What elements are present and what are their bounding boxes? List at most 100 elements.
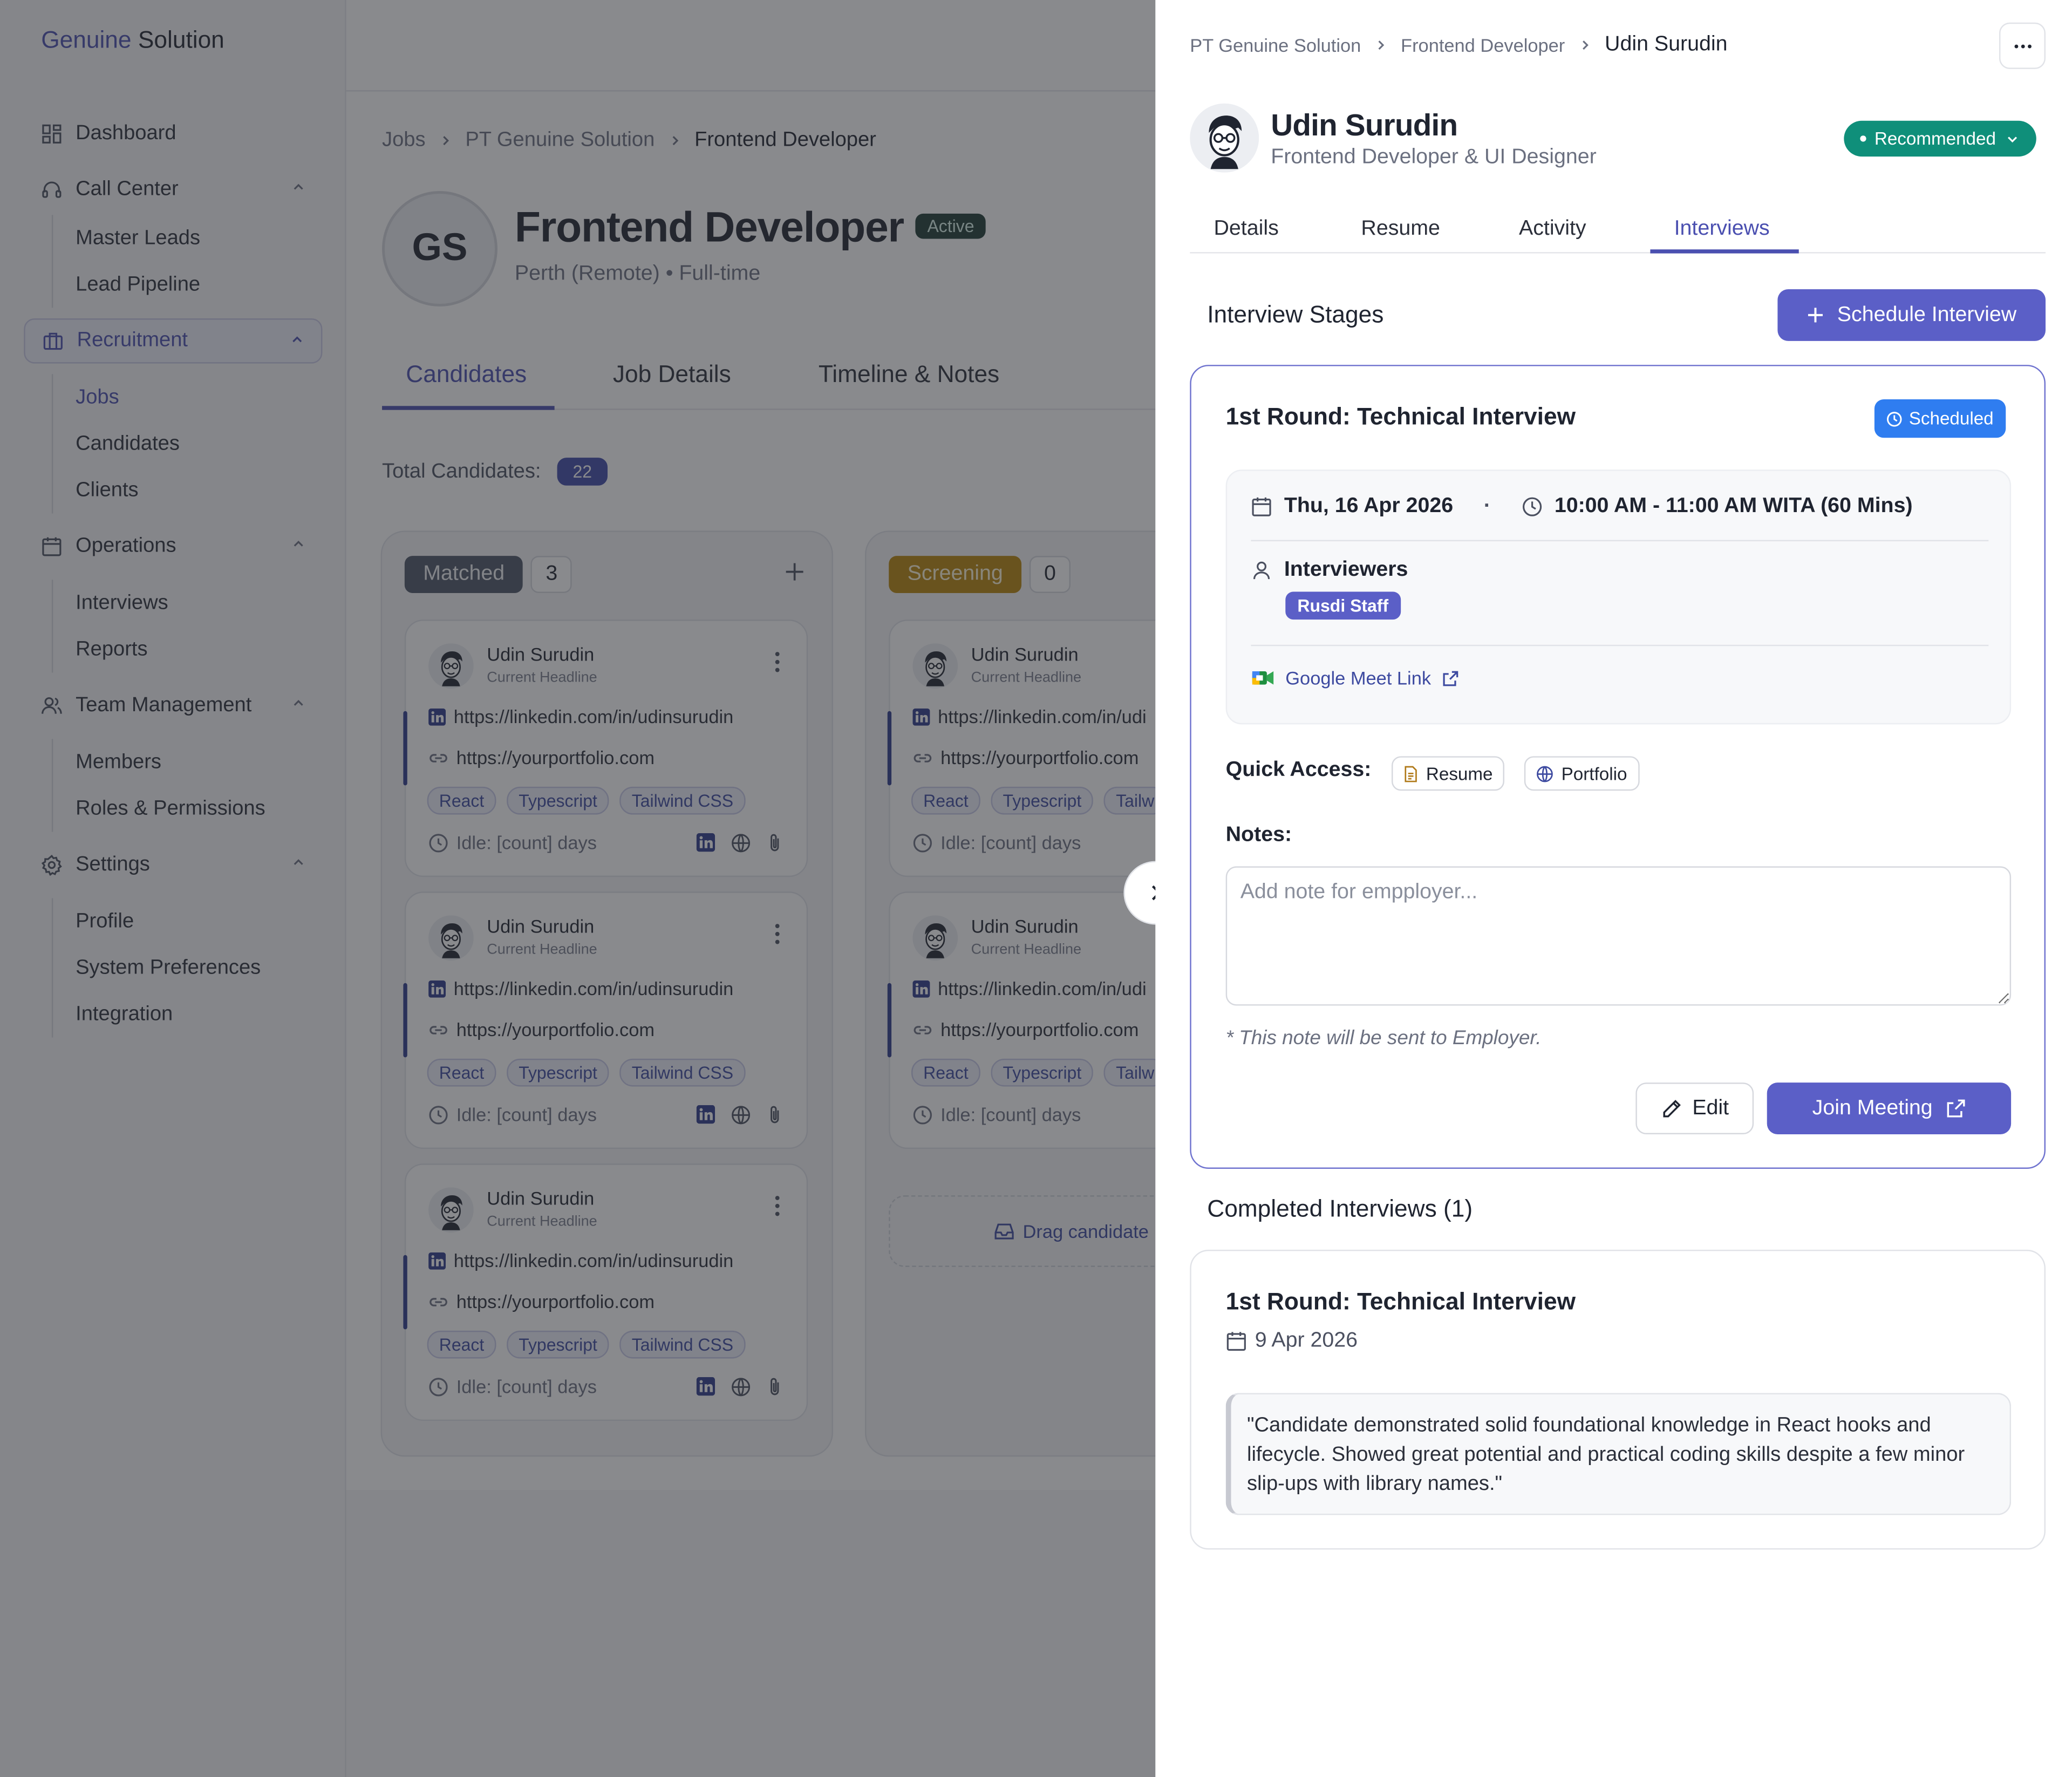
- chevron-up-icon[interactable]: [290, 179, 306, 195]
- tab-resume[interactable]: Resume: [1361, 217, 1440, 241]
- linkedin-link[interactable]: https://linkedin.com/in/udi: [912, 978, 1147, 999]
- portfolio-link[interactable]: https://yourportfolio.com: [428, 1291, 655, 1312]
- add-candidate-icon[interactable]: [784, 561, 805, 582]
- sidebar-item-jobs[interactable]: Jobs: [76, 374, 322, 420]
- sidebar-item-profile[interactable]: Profile: [76, 898, 322, 944]
- candidate-card[interactable]: Udin Surudin Current Headline https://li…: [887, 619, 1156, 877]
- skill-tag: Tailwind CSS: [619, 1058, 746, 1087]
- candidate-card[interactable]: Udin Surudin Current Headline https://li…: [403, 891, 808, 1149]
- calendar-icon: [1251, 496, 1272, 517]
- calendar-icon: [41, 536, 62, 557]
- breadcrumb-jobs[interactable]: Jobs: [382, 128, 426, 152]
- drop-zone[interactable]: Drag candidate: [889, 1195, 1156, 1267]
- clock-icon: [428, 1377, 448, 1397]
- sidebar-item-recruitment[interactable]: Recruitment: [24, 318, 323, 364]
- sidebar-item-operations[interactable]: Operations: [24, 524, 322, 569]
- candidate-headline: Current Headline: [971, 670, 1082, 686]
- idle-text: Idle: [count] days: [456, 1104, 597, 1125]
- sidebar-item-candidates[interactable]: Candidates: [76, 420, 322, 467]
- chevron-up-icon[interactable]: [289, 332, 305, 348]
- sidebar-item-interviews[interactable]: Interviews: [76, 580, 322, 626]
- candidate-headline: Current Headline: [487, 670, 597, 686]
- linkedin-link[interactable]: https://linkedin.com/in/udinsurudin: [428, 1250, 733, 1271]
- globe-icon[interactable]: [731, 833, 751, 853]
- sidebar-item-system-preferences[interactable]: System Preferences: [76, 944, 322, 991]
- sidebar-item-roles-permissions[interactable]: Roles & Permissions: [76, 785, 322, 832]
- tab-activity[interactable]: Activity: [1519, 217, 1586, 241]
- more-options-button[interactable]: [1999, 22, 2046, 69]
- status-dropdown[interactable]: Recommended: [1844, 120, 2036, 157]
- clock-icon: [1521, 496, 1542, 517]
- tab-job-details[interactable]: Job Details: [613, 361, 731, 389]
- kebab-menu-icon[interactable]: [775, 922, 780, 946]
- users-icon: [41, 695, 62, 716]
- portfolio-link[interactable]: https://yourportfolio.com: [912, 1019, 1139, 1040]
- chevron-up-icon[interactable]: [290, 536, 306, 552]
- linkedin-url: https://linkedin.com/in/udi: [938, 705, 1147, 727]
- job-status-badge: Active: [915, 213, 986, 239]
- clock-icon: [912, 833, 932, 853]
- link-icon: [428, 1021, 448, 1038]
- notes-textarea[interactable]: [1225, 866, 2012, 1006]
- sidebar-item-master-leads[interactable]: Master Leads: [76, 215, 322, 261]
- linkedin-icon[interactable]: [696, 1377, 715, 1397]
- job-main: Jobs PT Genuine Solution Frontend Develo…: [346, 91, 1156, 1490]
- quick-access-resume-button[interactable]: Resume: [1391, 756, 1505, 791]
- stage-status-label: Scheduled: [1909, 408, 1994, 429]
- sidebar-item-members[interactable]: Members: [76, 739, 322, 785]
- sidebar-item-clients[interactable]: Clients: [76, 467, 322, 513]
- join-meeting-button[interactable]: Join Meeting: [1767, 1082, 2012, 1135]
- sidebar-item-reports[interactable]: Reports: [76, 626, 322, 672]
- skill-tags: React Typescript Tailwind CSS: [427, 1058, 746, 1087]
- portfolio-link[interactable]: https://yourportfolio.com: [912, 747, 1139, 768]
- linkedin-link[interactable]: https://linkedin.com/in/udinsurudin: [428, 978, 733, 999]
- chevron-down-icon: [2004, 131, 2020, 147]
- paperclip-icon[interactable]: [767, 1105, 783, 1125]
- team-submenu: Members Roles & Permissions: [51, 739, 323, 832]
- google-meet-link[interactable]: Google Meet Link: [1251, 668, 1458, 689]
- tab-details[interactable]: Details: [1214, 217, 1279, 241]
- linkedin-link[interactable]: https://linkedin.com/in/udi: [912, 705, 1147, 727]
- total-candidates-count: 22: [557, 458, 608, 486]
- linkedin-url: https://linkedin.com/in/udinsurudin: [453, 1249, 734, 1271]
- link-icon: [428, 749, 448, 766]
- tab-timeline-notes[interactable]: Timeline & Notes: [819, 361, 999, 389]
- sidebar-item-settings[interactable]: Settings: [24, 842, 322, 888]
- sidebar-item-team-management[interactable]: Team Management: [24, 683, 322, 728]
- sidebar-item-dashboard[interactable]: Dashboard: [24, 112, 322, 157]
- tab-interviews[interactable]: Interviews: [1674, 217, 1770, 241]
- kebab-menu-icon[interactable]: [775, 1194, 780, 1218]
- portfolio-link[interactable]: https://yourportfolio.com: [428, 747, 655, 768]
- sidebar-item-call-center[interactable]: Call Center: [24, 167, 322, 213]
- breadcrumb-company[interactable]: PT Genuine Solution: [465, 128, 655, 152]
- breadcrumb-job[interactable]: Frontend Developer: [1401, 35, 1565, 56]
- join-meeting-label: Join Meeting: [1812, 1096, 1933, 1119]
- linkedin-icon: [912, 707, 930, 725]
- paperclip-icon[interactable]: [767, 1377, 783, 1397]
- skill-tag: Typescript: [507, 1058, 609, 1087]
- dashboard-icon: [41, 124, 62, 145]
- linkedin-link[interactable]: https://linkedin.com/in/udinsurudin: [428, 706, 733, 727]
- operations-submenu: Interviews Reports: [51, 580, 323, 673]
- edit-button[interactable]: Edit: [1635, 1082, 1754, 1135]
- breadcrumb-company[interactable]: PT Genuine Solution: [1190, 35, 1361, 56]
- candidate-card[interactable]: Udin Surudin Current Headline https://li…: [403, 1163, 808, 1421]
- globe-icon[interactable]: [731, 1105, 751, 1125]
- paperclip-icon[interactable]: [767, 833, 783, 853]
- candidate-card[interactable]: Udin Surudin Current Headline https://li…: [887, 891, 1156, 1149]
- linkedin-icon[interactable]: [696, 833, 715, 853]
- candidate-card[interactable]: Udin Surudin Current Headline https://li…: [403, 619, 808, 877]
- chevron-up-icon[interactable]: [290, 695, 306, 711]
- candidate-name: Udin Surudin: [487, 1187, 595, 1209]
- sidebar-item-lead-pipeline[interactable]: Lead Pipeline: [76, 261, 322, 308]
- sidebar-item-integration[interactable]: Integration: [76, 991, 322, 1037]
- kebab-menu-icon[interactable]: [775, 650, 780, 674]
- globe-icon[interactable]: [731, 1377, 751, 1397]
- tab-candidates[interactable]: Candidates: [406, 361, 527, 389]
- linkedin-icon[interactable]: [696, 1105, 715, 1125]
- quick-access-portfolio-button[interactable]: Portfolio: [1524, 756, 1639, 791]
- schedule-interview-button[interactable]: Schedule Interview: [1777, 289, 2046, 341]
- chevron-up-icon[interactable]: [290, 854, 306, 870]
- skill-tag: Tailw: [1104, 1058, 1156, 1087]
- portfolio-link[interactable]: https://yourportfolio.com: [428, 1019, 655, 1040]
